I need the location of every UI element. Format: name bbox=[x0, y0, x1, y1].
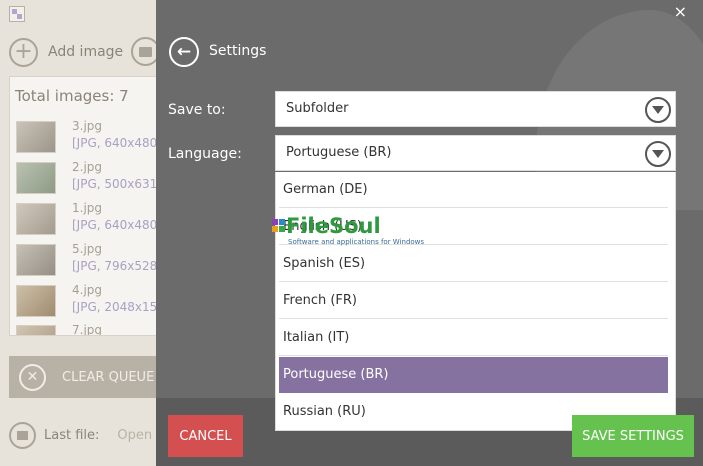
list-item[interactable]: 7.jpg bbox=[16, 323, 156, 336]
image-name: 2.jpg bbox=[72, 160, 103, 174]
last-file-input[interactable]: Open fo bbox=[117, 428, 156, 443]
save-to-label: Save to: bbox=[168, 102, 226, 118]
image-name: 1.jpg bbox=[72, 201, 103, 215]
add-image-label: Add image bbox=[48, 44, 124, 60]
image-meta: [JPG, 640x480, bbox=[72, 136, 156, 150]
image-queue-list: Total images: 7 3.jpg [JPG, 640x480, 2.j… bbox=[9, 76, 156, 336]
save-settings-button[interactable]: SAVE SETTINGS bbox=[572, 415, 694, 457]
image-thumbnail bbox=[16, 121, 56, 153]
image-meta: [JPG, 796x528, bbox=[72, 259, 156, 273]
image-thumbnail bbox=[16, 244, 56, 276]
save-to-select[interactable]: Subfolder bbox=[275, 91, 676, 127]
watermark-brand: FileSoul bbox=[286, 214, 381, 238]
clear-queue-button[interactable]: ✕ CLEAR QUEUE bbox=[9, 356, 156, 398]
list-item[interactable]: 5.jpg [JPG, 796x528, bbox=[16, 242, 156, 284]
language-option[interactable]: Italian (IT) bbox=[279, 320, 668, 356]
app-logo-icon bbox=[9, 6, 25, 22]
language-option[interactable]: Spanish (ES) bbox=[279, 246, 668, 282]
chevron-down-icon bbox=[645, 97, 671, 123]
add-folder-button[interactable] bbox=[131, 37, 156, 66]
image-name: 3.jpg bbox=[72, 119, 103, 133]
total-images-count: Total images: 7 bbox=[15, 87, 129, 105]
cancel-button[interactable]: CANCEL bbox=[168, 415, 243, 457]
list-item[interactable]: 1.jpg [JPG, 640x480, bbox=[16, 201, 156, 243]
add-image-button[interactable]: + Add image bbox=[9, 37, 123, 67]
list-item[interactable]: 3.jpg [JPG, 640x480, bbox=[16, 119, 156, 161]
chevron-down-icon bbox=[645, 141, 671, 167]
image-name: 4.jpg bbox=[72, 283, 103, 297]
folder-icon[interactable] bbox=[9, 421, 36, 449]
back-arrow-icon[interactable]: ← bbox=[169, 37, 199, 67]
language-option[interactable]: French (FR) bbox=[279, 283, 668, 319]
close-icon: ✕ bbox=[19, 363, 46, 391]
language-value: Portuguese (BR) bbox=[286, 145, 392, 160]
image-meta: [JPG, 500x631, bbox=[72, 177, 156, 191]
image-thumbnail bbox=[16, 325, 56, 335]
image-thumbnail bbox=[16, 162, 56, 194]
language-option[interactable]: German (DE) bbox=[279, 172, 668, 208]
last-file-label: Last file: bbox=[44, 427, 100, 443]
image-thumbnail bbox=[16, 203, 56, 235]
image-name: 7.jpg bbox=[72, 323, 103, 336]
close-button[interactable]: × bbox=[674, 2, 687, 21]
plus-icon: + bbox=[9, 37, 38, 67]
filesoul-watermark: FileSoul Software and applications for W… bbox=[272, 214, 442, 250]
list-item[interactable]: 2.jpg [JPG, 500x631, bbox=[16, 160, 156, 202]
image-name: 5.jpg bbox=[72, 242, 103, 256]
save-to-value: Subfolder bbox=[286, 101, 349, 116]
language-dropdown-list: German (DE) English (US) Spanish (ES) Fr… bbox=[275, 172, 676, 431]
page-title: Settings bbox=[209, 43, 267, 59]
language-option[interactable]: Portuguese (BR) bbox=[279, 357, 668, 393]
language-label: Language: bbox=[168, 146, 242, 162]
list-item[interactable]: 4.jpg [JPG, 2048x153 bbox=[16, 283, 156, 325]
last-file-row: Last file: Open fo bbox=[9, 420, 156, 450]
watermark-tagline: Software and applications for Windows bbox=[288, 238, 425, 246]
language-select[interactable]: Portuguese (BR) bbox=[275, 135, 676, 171]
main-app-panel: + Add image Total images: 7 3.jpg [JPG, … bbox=[0, 0, 156, 466]
clear-queue-label: CLEAR QUEUE bbox=[62, 369, 155, 385]
image-thumbnail bbox=[16, 285, 56, 317]
filesoul-logo-icon bbox=[272, 219, 286, 233]
image-meta: [JPG, 2048x153 bbox=[72, 300, 156, 314]
image-meta: [JPG, 640x480, bbox=[72, 218, 156, 232]
